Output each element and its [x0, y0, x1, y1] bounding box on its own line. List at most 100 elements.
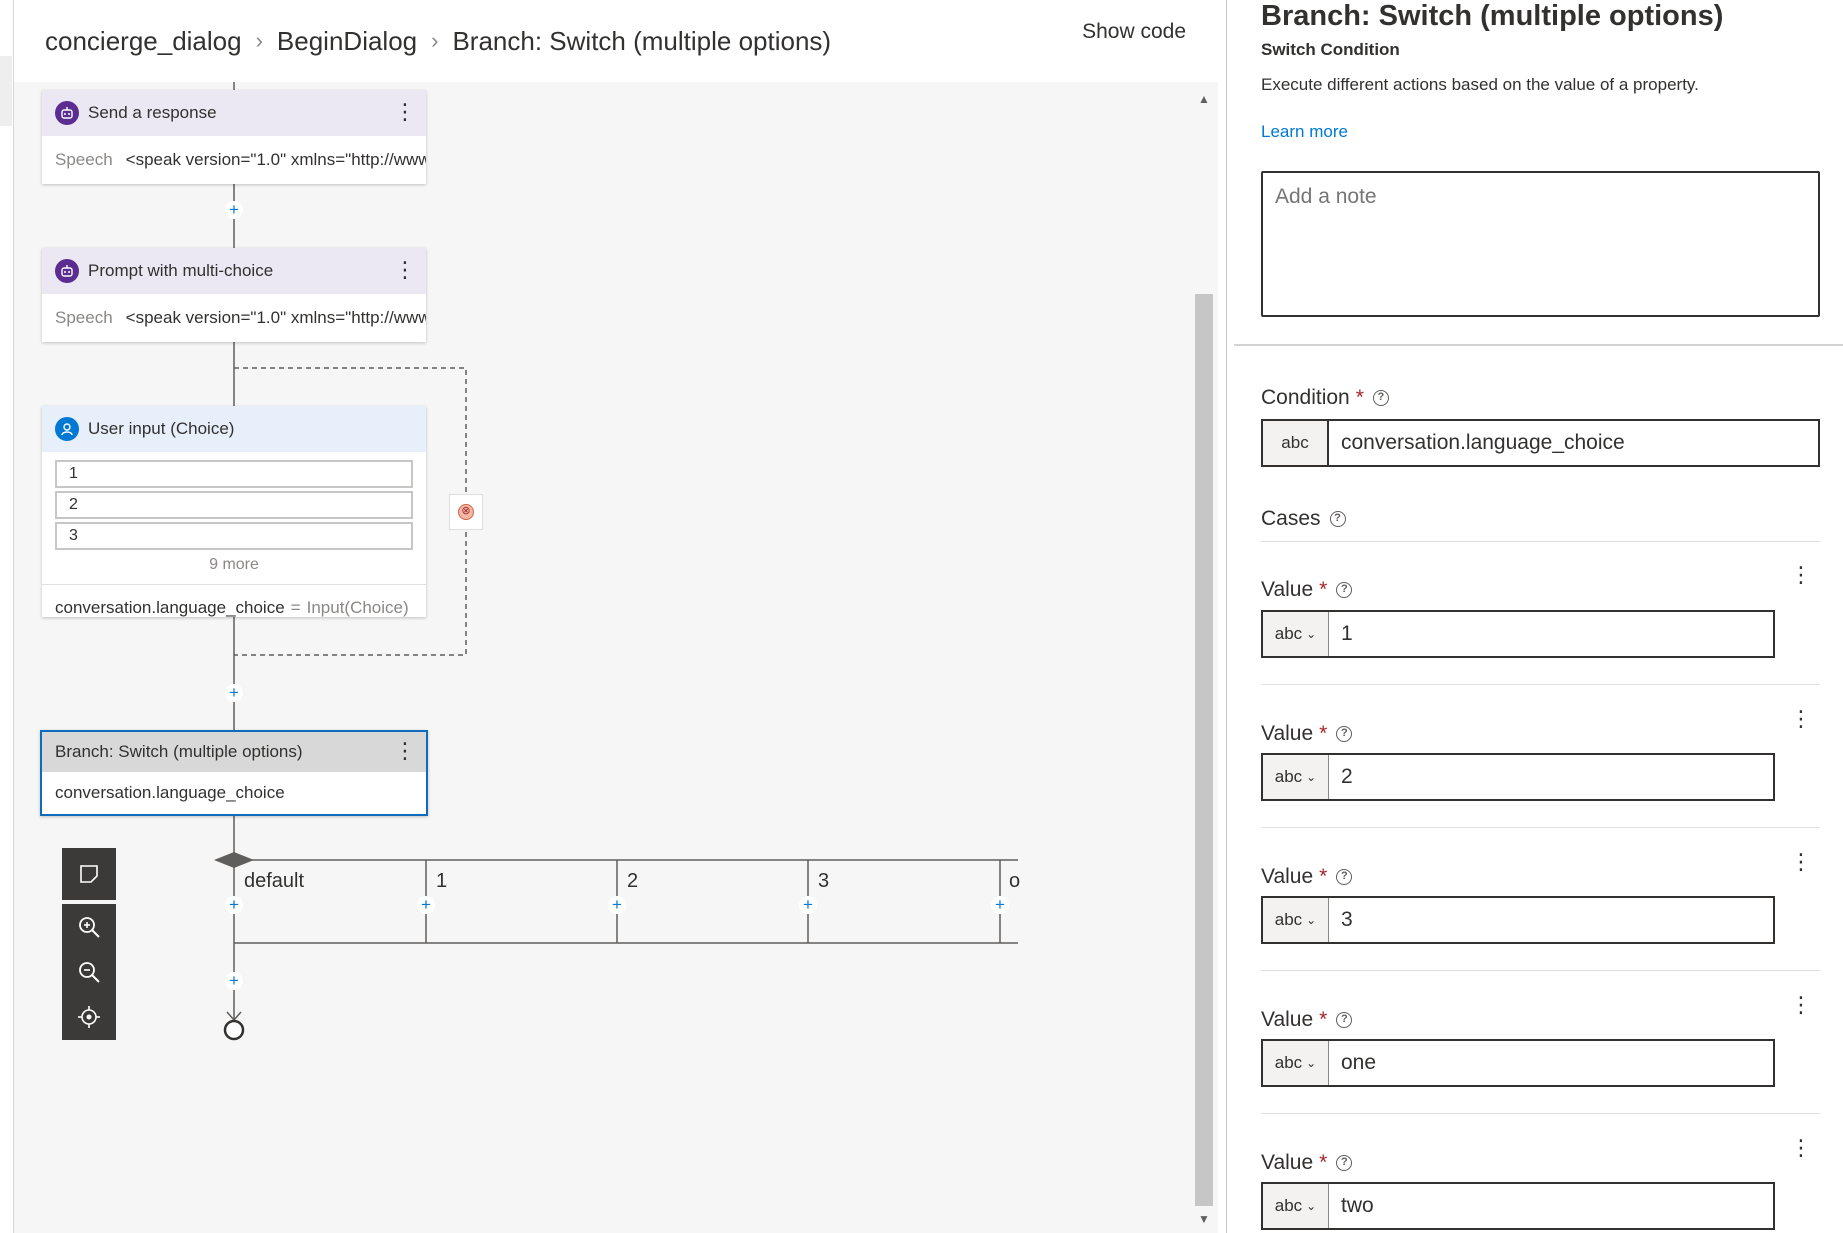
case-type-dropdown[interactable]: abc ⌄: [1263, 1184, 1329, 1228]
add-action-button[interactable]: +: [225, 201, 243, 219]
properties-panel: Branch: Switch (multiple options) Switch…: [1234, 0, 1843, 1233]
choice-item: 2: [55, 491, 413, 519]
case-type-dropdown[interactable]: abc ⌄: [1263, 1041, 1329, 1085]
chevron-right-icon: ›: [255, 28, 263, 53]
prompt-header: Prompt with multi-choice: [42, 248, 426, 294]
speech-key: Speech: [55, 150, 113, 169]
switch-body: conversation.language_choice: [42, 772, 426, 814]
case-value-input[interactable]: 1: [1329, 612, 1773, 656]
app-root: concierge_dialog › BeginDialog › Branch:…: [0, 0, 1843, 1233]
condition-label: Condition * ?: [1261, 386, 1389, 410]
error-icon: ⊗: [458, 504, 474, 520]
collapsed-nav-tab[interactable]: [0, 56, 12, 126]
case-separator: [1261, 1113, 1820, 1114]
user-input-node[interactable]: User input (Choice) 1 2 3 9 more convers…: [42, 406, 426, 617]
note-input[interactable]: [1261, 171, 1820, 317]
case-type-dropdown[interactable]: abc ⌄: [1263, 755, 1329, 799]
type-label: abc: [1274, 910, 1303, 929]
case-value-field: abc ⌄ two: [1261, 1182, 1775, 1230]
branch-label-default: default: [244, 870, 305, 892]
case-value-input[interactable]: one: [1329, 1041, 1773, 1085]
case-value-input[interactable]: 3: [1329, 898, 1773, 942]
case-more-icon[interactable]: ⋮: [1790, 849, 1812, 875]
case-value-label: Value * ?: [1261, 578, 1353, 602]
zoom-controls: [62, 904, 116, 1040]
case-value-input[interactable]: two: [1329, 1184, 1773, 1228]
case-value-input[interactable]: 2: [1329, 755, 1773, 799]
add-action-button[interactable]: +: [225, 896, 243, 914]
locate-icon[interactable]: [75, 1003, 103, 1031]
assign-property: conversation.language_choice: [55, 597, 285, 617]
panel-title: Branch: Switch (multiple options): [1261, 0, 1724, 32]
value-label-text: Value: [1261, 865, 1314, 888]
condition-input[interactable]: conversation.language_choice: [1329, 421, 1818, 465]
case-more-icon[interactable]: ⋮: [1790, 706, 1812, 732]
scroll-down-icon[interactable]: ▼: [1198, 1212, 1210, 1226]
case-type-dropdown[interactable]: abc ⌄: [1263, 612, 1329, 656]
value-label-text: Value: [1261, 578, 1314, 601]
required-marker: *: [1319, 722, 1328, 745]
case-separator: [1261, 827, 1820, 828]
chevron-down-icon: ⌄: [1306, 770, 1317, 784]
more-options-icon[interactable]: ⋮: [394, 98, 416, 126]
panel-divider[interactable]: [1226, 0, 1227, 1233]
flow-canvas[interactable]: Send a response ⋮ Speech <speak version=…: [14, 82, 1218, 1233]
add-action-button[interactable]: +: [799, 896, 817, 914]
more-options-icon[interactable]: ⋮: [394, 737, 416, 765]
help-icon[interactable]: ?: [1336, 726, 1353, 742]
case-more-icon[interactable]: ⋮: [1790, 562, 1812, 588]
branch-label: 1: [436, 870, 448, 892]
breadcrumb-item-trigger[interactable]: BeginDialog: [277, 26, 417, 57]
more-choices-link[interactable]: 9 more: [42, 556, 426, 580]
add-action-button[interactable]: +: [417, 896, 435, 914]
zoom-out-icon[interactable]: [75, 958, 103, 986]
case-value-field: abc ⌄ 3: [1261, 896, 1775, 944]
switch-header: Branch: Switch (multiple options): [42, 732, 426, 772]
help-icon[interactable]: ?: [1336, 1155, 1353, 1171]
send-response-header: Send a response: [42, 90, 426, 136]
chevron-right-icon: ›: [431, 28, 439, 53]
condition-type: abc: [1263, 421, 1329, 465]
branch-label: 2: [627, 870, 639, 892]
required-marker: *: [1355, 386, 1364, 409]
zoom-in-icon[interactable]: [75, 913, 103, 941]
more-options-icon[interactable]: ⋮: [394, 256, 416, 284]
help-icon[interactable]: ?: [1336, 869, 1353, 885]
help-icon[interactable]: ?: [1336, 582, 1353, 598]
chevron-down-icon: ⌄: [1306, 627, 1317, 641]
cases-label-text: Cases: [1261, 507, 1321, 530]
add-action-button[interactable]: +: [608, 896, 626, 914]
user-input-header: User input (Choice): [42, 406, 426, 452]
input-assignment: conversation.language_choice = Input(Cho…: [42, 584, 426, 630]
send-response-node[interactable]: Send a response ⋮ Speech <speak version=…: [42, 90, 426, 184]
help-icon[interactable]: ?: [1329, 511, 1346, 527]
switch-node[interactable]: Branch: Switch (multiple options) ⋮ conv…: [40, 730, 428, 816]
error-handler[interactable]: ⊗: [449, 494, 483, 530]
case-more-icon[interactable]: ⋮: [1790, 992, 1812, 1018]
user-input-title: User input (Choice): [88, 419, 235, 438]
prompt-node[interactable]: Prompt with multi-choice ⋮ Speech <speak…: [42, 248, 426, 342]
speech-key: Speech: [55, 308, 113, 327]
learn-more-link[interactable]: Learn more: [1261, 122, 1348, 142]
chevron-down-icon: ⌄: [1306, 1056, 1317, 1070]
add-action-button[interactable]: +: [991, 896, 1009, 914]
breadcrumb-item-dialog[interactable]: concierge_dialog: [45, 26, 242, 57]
case-more-icon[interactable]: ⋮: [1790, 1135, 1812, 1161]
case-type-dropdown[interactable]: abc ⌄: [1263, 898, 1329, 942]
switch-title: Branch: Switch (multiple options): [55, 742, 303, 761]
breadcrumb-item-action[interactable]: Branch: Switch (multiple options): [452, 26, 831, 57]
add-action-button[interactable]: +: [225, 684, 243, 702]
help-icon[interactable]: ?: [1336, 1012, 1353, 1028]
scroll-up-icon[interactable]: ▲: [1198, 92, 1210, 106]
canvas-scrollbar[interactable]: ▲ ▼: [1190, 82, 1218, 1233]
minimap-button[interactable]: [62, 848, 116, 900]
case-separator: [1261, 684, 1820, 685]
add-action-button[interactable]: +: [225, 972, 243, 990]
show-code-button[interactable]: Show code: [1082, 20, 1186, 44]
scrollbar-thumb[interactable]: [1195, 294, 1213, 1206]
case-value-label: Value * ?: [1261, 865, 1353, 889]
cases-label: Cases ?: [1261, 507, 1346, 531]
help-icon[interactable]: ?: [1372, 390, 1389, 406]
value-label-text: Value: [1261, 1008, 1314, 1031]
prompt-body: Speech <speak version="1.0" xmlns="http:…: [42, 294, 426, 342]
